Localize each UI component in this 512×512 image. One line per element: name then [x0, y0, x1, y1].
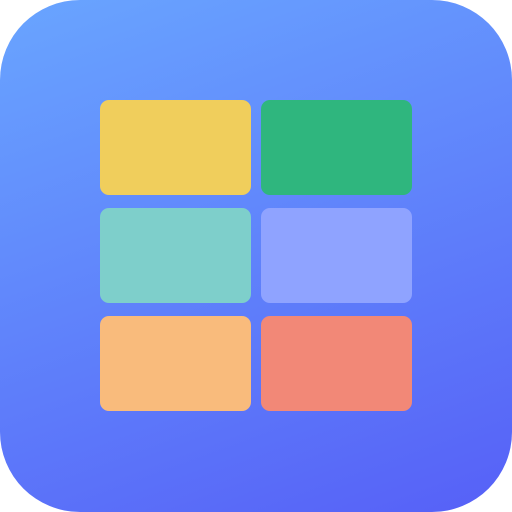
tile-orange: [100, 316, 251, 411]
tile-yellow: [100, 100, 251, 195]
tile-teal: [100, 208, 251, 303]
tile-coral: [261, 316, 412, 411]
tile-grid: [100, 100, 412, 412]
app-icon[interactable]: [0, 0, 512, 512]
tile-periwinkle: [261, 208, 412, 303]
tile-green: [261, 100, 412, 195]
